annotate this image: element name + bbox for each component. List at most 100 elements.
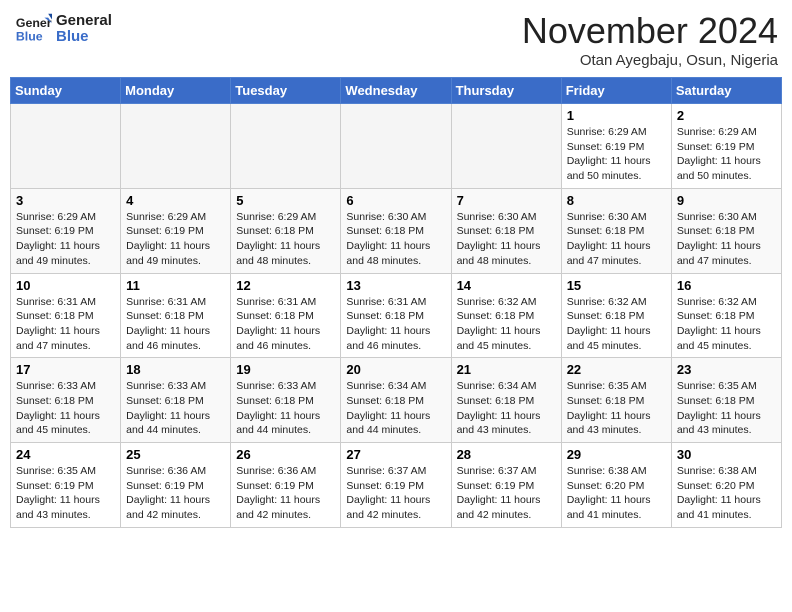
day-info: Sunrise: 6:29 AMSunset: 6:19 PMDaylight:… [16,210,115,269]
day-info: Sunrise: 6:33 AMSunset: 6:18 PMDaylight:… [16,379,115,438]
calendar-week-3: 10 Sunrise: 6:31 AMSunset: 6:18 PMDayligh… [11,273,782,358]
day-number: 7 [457,193,556,208]
calendar-cell: 23 Sunrise: 6:35 AMSunset: 6:18 PMDayligh… [671,358,781,443]
day-number: 4 [126,193,225,208]
day-info: Sunrise: 6:34 AMSunset: 6:18 PMDaylight:… [346,379,445,438]
calendar-cell: 20 Sunrise: 6:34 AMSunset: 6:18 PMDayligh… [341,358,451,443]
day-info: Sunrise: 6:34 AMSunset: 6:18 PMDaylight:… [457,379,556,438]
day-info: Sunrise: 6:37 AMSunset: 6:19 PMDaylight:… [346,464,445,523]
calendar-week-5: 24 Sunrise: 6:35 AMSunset: 6:19 PMDayligh… [11,443,782,528]
day-number: 16 [677,278,776,293]
month-title: November 2024 [522,10,778,52]
day-number: 29 [567,447,666,462]
day-info: Sunrise: 6:30 AMSunset: 6:18 PMDaylight:… [567,210,666,269]
day-info: Sunrise: 6:29 AMSunset: 6:19 PMDaylight:… [126,210,225,269]
calendar-cell [121,104,231,189]
calendar-cell: 4 Sunrise: 6:29 AMSunset: 6:19 PMDaylight… [121,188,231,273]
calendar-cell: 9 Sunrise: 6:30 AMSunset: 6:18 PMDaylight… [671,188,781,273]
weekday-header-tuesday: Tuesday [231,78,341,104]
calendar-cell [341,104,451,189]
weekday-header-monday: Monday [121,78,231,104]
day-info: Sunrise: 6:30 AMSunset: 6:18 PMDaylight:… [346,210,445,269]
day-number: 21 [457,362,556,377]
day-info: Sunrise: 6:33 AMSunset: 6:18 PMDaylight:… [236,379,335,438]
calendar-cell: 16Sunrise: 6:32 AMSunset: 6:18 PMDayligh… [671,273,781,358]
calendar-table: SundayMondayTuesdayWednesdayThursdayFrid… [10,77,782,528]
day-info: Sunrise: 6:29 AMSunset: 6:19 PMDaylight:… [677,125,776,184]
day-info: Sunrise: 6:32 AMSunset: 6:18 PMDaylight:… [457,295,556,354]
day-number: 15 [567,278,666,293]
day-number: 8 [567,193,666,208]
calendar-cell: 17 Sunrise: 6:33 AMSunset: 6:18 PMDayligh… [11,358,121,443]
calendar-cell: 26Sunrise: 6:36 AMSunset: 6:19 PMDayligh… [231,443,341,528]
day-number: 5 [236,193,335,208]
calendar-cell: 21 Sunrise: 6:34 AMSunset: 6:18 PMDayligh… [451,358,561,443]
weekday-header-wednesday: Wednesday [341,78,451,104]
logo: General Blue General Blue [14,10,112,48]
day-number: 18 [126,362,225,377]
day-number: 24 [16,447,115,462]
day-info: Sunrise: 6:38 AMSunset: 6:20 PMDaylight:… [677,464,776,523]
day-number: 14 [457,278,556,293]
day-info: Sunrise: 6:29 AMSunset: 6:18 PMDaylight:… [236,210,335,269]
calendar-cell [11,104,121,189]
day-number: 27 [346,447,445,462]
calendar-week-2: 3Sunrise: 6:29 AMSunset: 6:19 PMDaylight… [11,188,782,273]
day-info: Sunrise: 6:30 AMSunset: 6:18 PMDaylight:… [677,210,776,269]
day-number: 2 [677,108,776,123]
calendar-cell [231,104,341,189]
day-number: 22 [567,362,666,377]
svg-text:Blue: Blue [16,29,43,43]
calendar-cell: 25Sunrise: 6:36 AMSunset: 6:19 PMDayligh… [121,443,231,528]
day-number: 25 [126,447,225,462]
calendar-cell: 5 Sunrise: 6:29 AMSunset: 6:18 PMDaylight… [231,188,341,273]
calendar-cell: 19 Sunrise: 6:33 AMSunset: 6:18 PMDayligh… [231,358,341,443]
logo-blue: Blue [56,29,112,46]
calendar-cell: 8 Sunrise: 6:30 AMSunset: 6:18 PMDaylight… [561,188,671,273]
day-info: Sunrise: 6:29 AMSunset: 6:19 PMDaylight:… [567,125,666,184]
day-number: 6 [346,193,445,208]
day-info: Sunrise: 6:31 AMSunset: 6:18 PMDaylight:… [126,295,225,354]
day-number: 23 [677,362,776,377]
calendar-cell: 3Sunrise: 6:29 AMSunset: 6:19 PMDaylight… [11,188,121,273]
day-number: 20 [346,362,445,377]
day-info: Sunrise: 6:31 AMSunset: 6:18 PMDaylight:… [236,295,335,354]
day-info: Sunrise: 6:30 AMSunset: 6:18 PMDaylight:… [457,210,556,269]
day-info: Sunrise: 6:32 AMSunset: 6:18 PMDaylight:… [567,295,666,354]
day-number: 9 [677,193,776,208]
day-number: 13 [346,278,445,293]
weekday-header-saturday: Saturday [671,78,781,104]
logo-icon: General Blue [14,10,52,48]
day-number: 10 [16,278,115,293]
day-number: 17 [16,362,115,377]
day-info: Sunrise: 6:36 AMSunset: 6:19 PMDaylight:… [236,464,335,523]
logo-general: General [56,13,112,30]
day-info: Sunrise: 6:35 AMSunset: 6:19 PMDaylight:… [16,464,115,523]
calendar-cell: 22 Sunrise: 6:35 AMSunset: 6:18 PMDayligh… [561,358,671,443]
calendar-cell: 14 Sunrise: 6:32 AMSunset: 6:18 PMDayligh… [451,273,561,358]
day-info: Sunrise: 6:35 AMSunset: 6:18 PMDaylight:… [677,379,776,438]
calendar-week-4: 17 Sunrise: 6:33 AMSunset: 6:18 PMDayligh… [11,358,782,443]
day-info: Sunrise: 6:38 AMSunset: 6:20 PMDaylight:… [567,464,666,523]
day-info: Sunrise: 6:31 AMSunset: 6:18 PMDaylight:… [16,295,115,354]
day-number: 19 [236,362,335,377]
calendar-cell [451,104,561,189]
day-number: 12 [236,278,335,293]
calendar-cell: 30 Sunrise: 6:38 AMSunset: 6:20 PMDayligh… [671,443,781,528]
calendar-week-1: 1 Sunrise: 6:29 AMSunset: 6:19 PMDaylight… [11,104,782,189]
title-block: November 2024 Otan Ayegbaju, Osun, Niger… [522,10,778,69]
weekday-header-friday: Friday [561,78,671,104]
calendar-cell: 10 Sunrise: 6:31 AMSunset: 6:18 PMDayligh… [11,273,121,358]
day-info: Sunrise: 6:35 AMSunset: 6:18 PMDaylight:… [567,379,666,438]
calendar-cell: 7 Sunrise: 6:30 AMSunset: 6:18 PMDaylight… [451,188,561,273]
calendar-cell: 13 Sunrise: 6:31 AMSunset: 6:18 PMDayligh… [341,273,451,358]
day-info: Sunrise: 6:31 AMSunset: 6:18 PMDaylight:… [346,295,445,354]
day-number: 30 [677,447,776,462]
location-subtitle: Otan Ayegbaju, Osun, Nigeria [522,52,778,69]
calendar-cell: 2 Sunrise: 6:29 AMSunset: 6:19 PMDaylight… [671,104,781,189]
day-number: 1 [567,108,666,123]
calendar-cell: 15 Sunrise: 6:32 AMSunset: 6:18 PMDayligh… [561,273,671,358]
calendar-cell: 24 Sunrise: 6:35 AMSunset: 6:19 PMDayligh… [11,443,121,528]
page-header: General Blue General Blue November 2024 … [10,10,782,69]
day-info: Sunrise: 6:33 AMSunset: 6:18 PMDaylight:… [126,379,225,438]
